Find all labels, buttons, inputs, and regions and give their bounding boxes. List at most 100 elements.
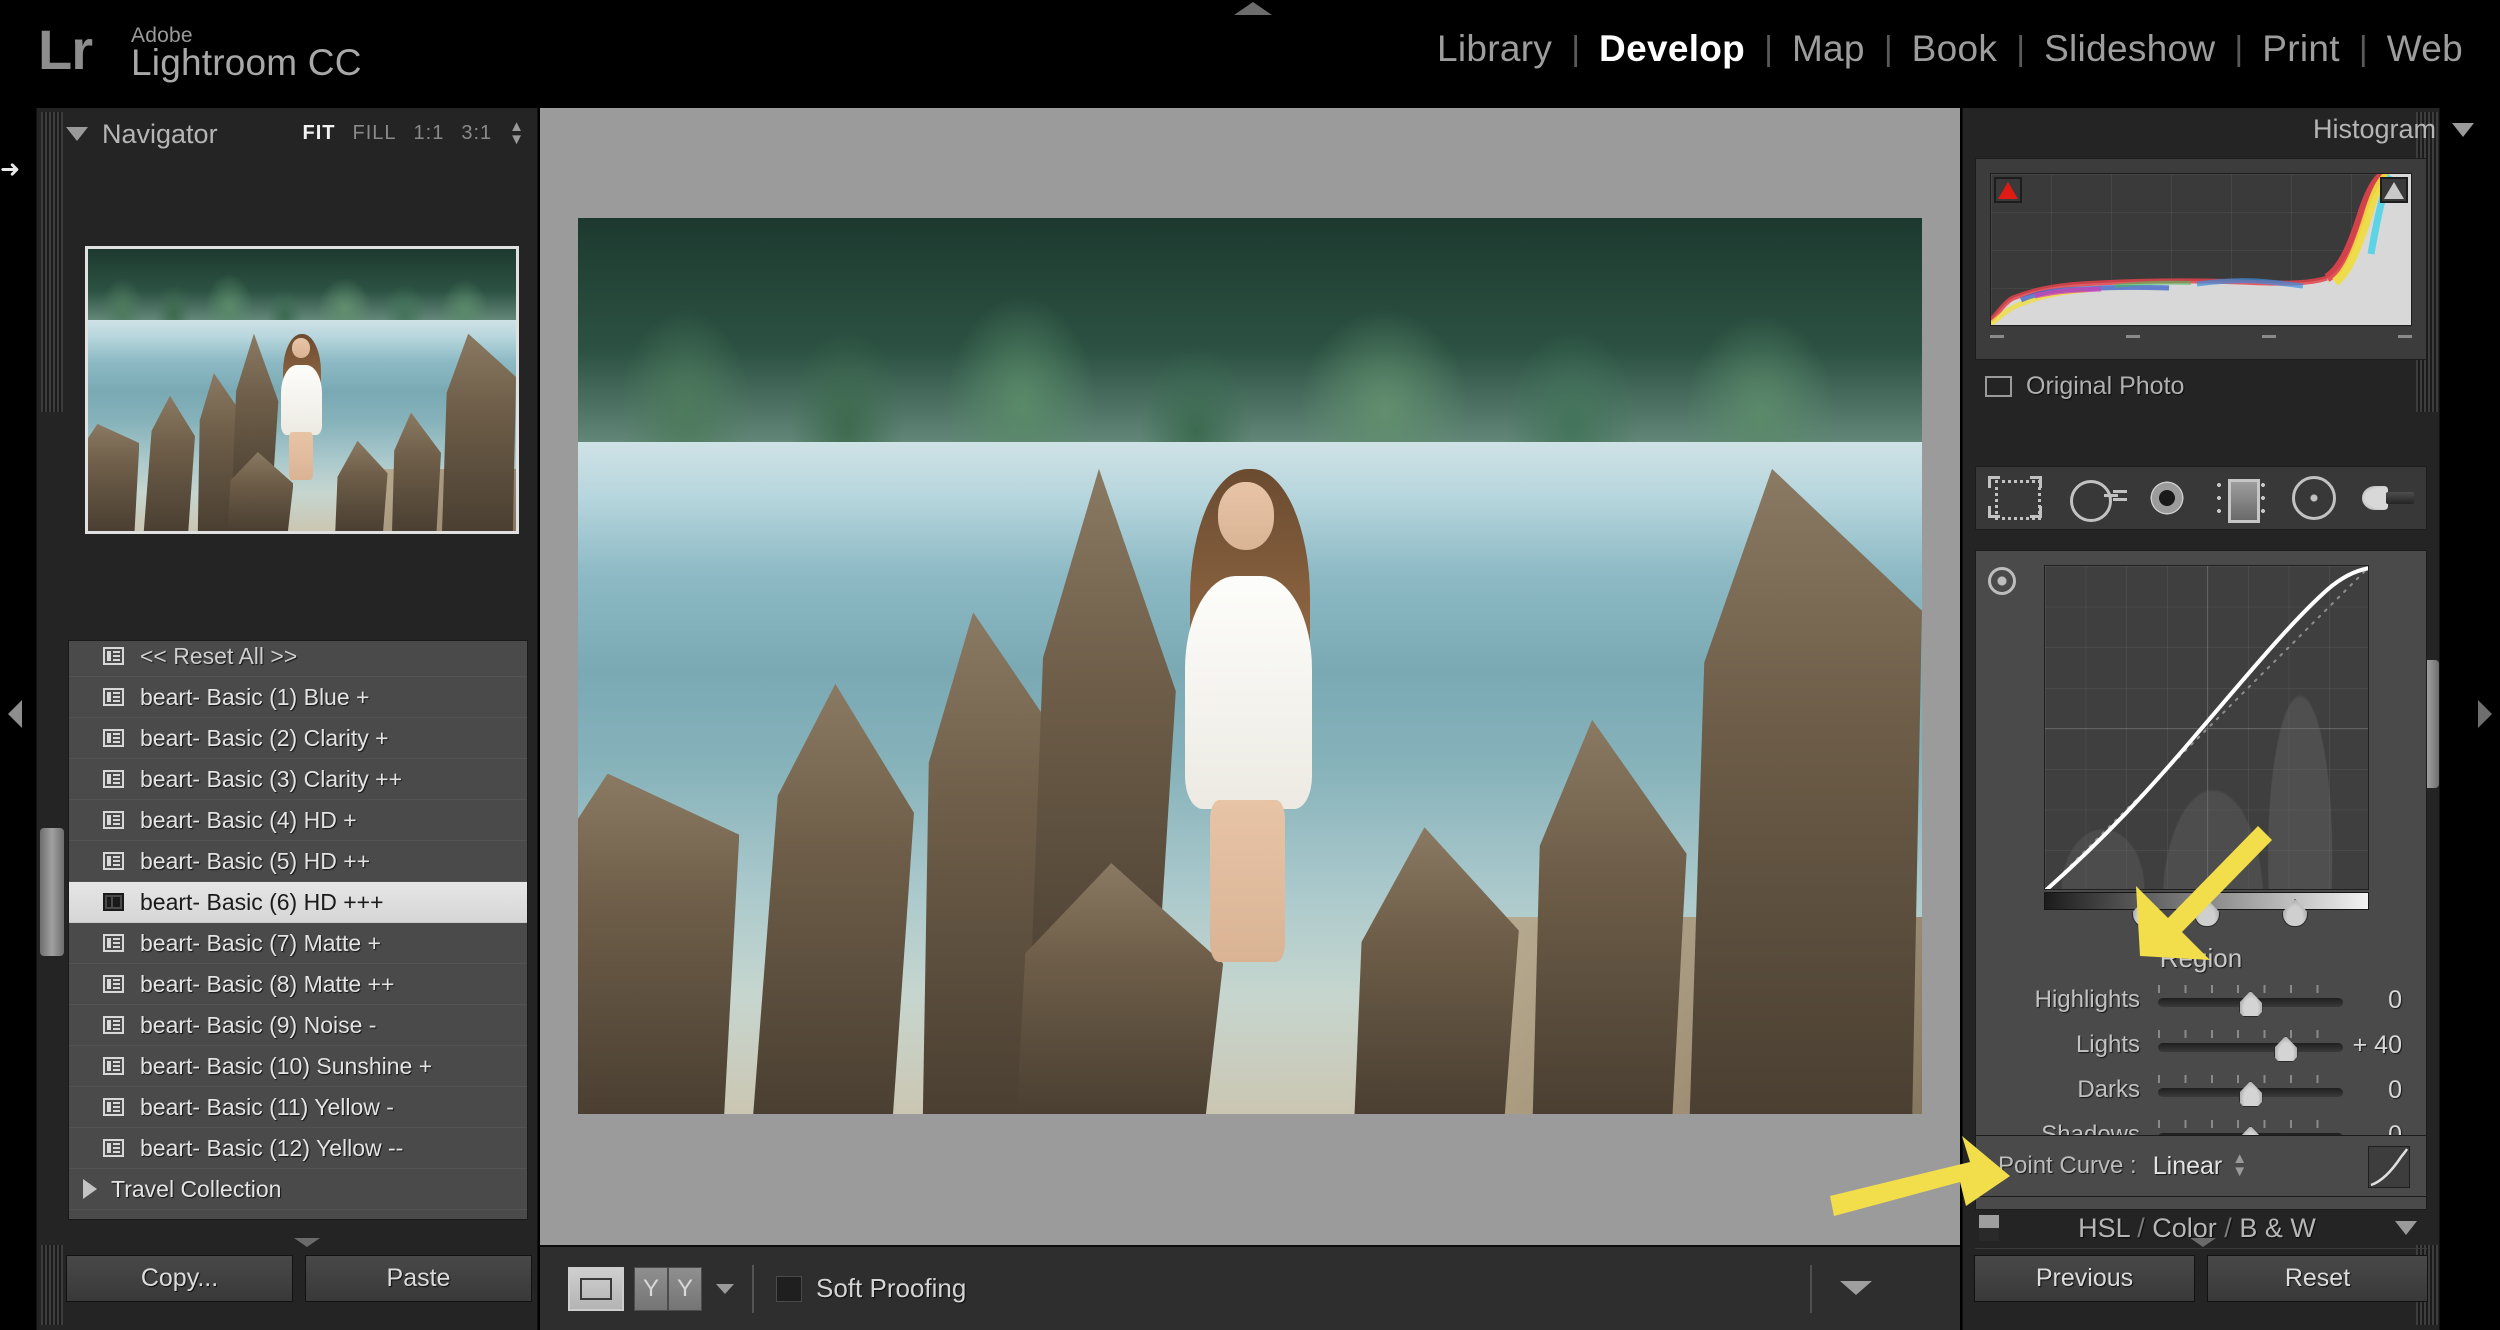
slider-knob-lights[interactable] xyxy=(2273,1036,2298,1062)
preset-row[interactable]: beart- Basic (1) Blue + xyxy=(69,677,527,718)
navigator-zoom-1-1[interactable]: 1:1 xyxy=(414,122,445,145)
presets-panel[interactable]: << Reset All >> beart- Basic (1) Blue + be… xyxy=(68,640,528,1220)
slider-value-lights[interactable]: + 40 xyxy=(2343,1031,2428,1060)
spot-removal-icon[interactable] xyxy=(2066,476,2120,522)
previous-button[interactable]: Previous xyxy=(1974,1255,2195,1302)
soft-proofing-label: Soft Proofing xyxy=(816,1273,967,1303)
hsl-tab[interactable]: HSL xyxy=(2078,1213,2130,1243)
red-eye-correction-icon[interactable] xyxy=(2144,475,2190,521)
preset-row[interactable]: beart- Basic (4) HD + xyxy=(69,800,527,841)
crop-overlay-icon[interactable] xyxy=(1988,476,2042,520)
preset-icon xyxy=(103,647,124,665)
module-slideshow[interactable]: Slideshow xyxy=(2027,28,2232,70)
slider-knob-darks[interactable] xyxy=(2238,1081,2263,1107)
toolbar-collapse-icon[interactable] xyxy=(1840,1281,1872,1295)
slider-track-highlights[interactable] xyxy=(2158,985,2343,1017)
preset-row[interactable]: beart- Basic (12) Yellow -- xyxy=(69,1128,527,1169)
preset-row[interactable]: beart- Basic (8) Matte ++ xyxy=(69,964,527,1005)
module-library[interactable]: Library xyxy=(1420,28,1569,70)
preset-icon xyxy=(103,811,124,829)
reset-button[interactable]: Reset xyxy=(2207,1255,2428,1302)
original-photo-checkbox[interactable] xyxy=(1985,376,2012,397)
navigator-disclosure-icon[interactable] xyxy=(66,127,88,141)
bw-tab[interactable]: B & W xyxy=(2239,1213,2316,1243)
preset-group-row[interactable]: graficriever travel xyxy=(69,1210,527,1220)
slider-knob-highlights[interactable] xyxy=(2238,991,2263,1017)
preset-row[interactable]: beart- Basic (6) HD +++ xyxy=(69,882,527,923)
histogram-tick xyxy=(2262,335,2276,338)
slider-track-lights[interactable] xyxy=(2158,1030,2343,1062)
targeted-adjustment-tool-icon[interactable] xyxy=(1988,567,2016,595)
slider-row-highlights[interactable]: Highlights 0 xyxy=(1976,983,2428,1017)
graduated-filter-icon[interactable] xyxy=(2214,476,2268,523)
toolbar-divider xyxy=(752,1264,754,1313)
copy-button[interactable]: Copy... xyxy=(66,1255,293,1302)
slider-value-highlights[interactable]: 0 xyxy=(2343,986,2428,1015)
tool-strip xyxy=(1975,466,2427,530)
navigator-zoom-options: FIT FILL 1:1 3:1 ▲ ▼ xyxy=(302,119,524,146)
left-panel-grip-bottom[interactable] xyxy=(41,1245,63,1325)
navigator-zoom-fill[interactable]: FILL xyxy=(352,122,396,145)
point-curve-stepper-icon[interactable]: ▲ ▼ xyxy=(2232,1151,2247,1178)
navigator-photo xyxy=(88,249,516,531)
top-panel-toggle-icon[interactable] xyxy=(1234,2,1272,15)
shadow-clipping-indicator[interactable] xyxy=(1994,177,2022,203)
histogram-plot[interactable] xyxy=(1990,173,2412,326)
edit-point-curve-button[interactable] xyxy=(2368,1146,2410,1188)
view-options-caret-icon[interactable] xyxy=(716,1283,734,1294)
right-panel-toggle-icon[interactable] xyxy=(2478,700,2492,728)
preset-row[interactable]: << Reset All >> xyxy=(69,641,527,677)
left-panel-toggle-icon[interactable] xyxy=(8,700,22,728)
left-panel-resize-handle[interactable] xyxy=(294,1238,320,1247)
navigator-zoom-fit[interactable]: FIT xyxy=(302,122,335,145)
module-map[interactable]: Map xyxy=(1775,28,1882,70)
preset-row[interactable]: beart- Basic (9) Noise - xyxy=(69,1005,527,1046)
left-panel-grip-top[interactable] xyxy=(41,112,63,412)
highlight-clipping-indicator[interactable] xyxy=(2380,177,2408,203)
histogram-disclosure-icon[interactable] xyxy=(2452,122,2474,137)
hsl-disclosure-icon[interactable] xyxy=(2395,1221,2417,1235)
histogram-header[interactable]: Histogram xyxy=(2313,114,2474,145)
preset-row[interactable]: beart- Basic (2) Clarity + xyxy=(69,718,527,759)
original-photo-row[interactable]: Original Photo xyxy=(1985,372,2184,401)
preset-row[interactable]: beart- Basic (3) Clarity ++ xyxy=(69,759,527,800)
right-panel-resize-handle[interactable] xyxy=(2190,1238,2216,1247)
module-print[interactable]: Print xyxy=(2245,28,2357,70)
presets-list: << Reset All >> beart- Basic (1) Blue + be… xyxy=(69,641,527,1220)
histogram-tick xyxy=(2126,335,2140,338)
preset-row[interactable]: beart- Basic (11) Yellow - xyxy=(69,1087,527,1128)
preset-label: beart- Basic (8) Matte ++ xyxy=(140,970,395,997)
navigator-zoom-stepper-icon[interactable]: ▲ ▼ xyxy=(509,119,524,146)
point-curve-value[interactable]: Linear xyxy=(2153,1152,2223,1181)
before-after-view-buttons[interactable]: YY xyxy=(634,1266,702,1311)
module-develop[interactable]: Develop xyxy=(1582,28,1762,70)
navigator-zoom-3-1[interactable]: 3:1 xyxy=(461,122,492,145)
preset-row[interactable]: beart- Basic (10) Sunshine + xyxy=(69,1046,527,1087)
tone-curve-plot xyxy=(2045,566,2368,889)
slider-row-lights[interactable]: Lights + 40 xyxy=(1976,1028,2428,1062)
tone-curve-graph[interactable] xyxy=(2044,565,2369,890)
paste-button[interactable]: Paste xyxy=(305,1255,532,1302)
preset-row[interactable]: beart- Basic (5) HD ++ xyxy=(69,841,527,882)
left-panel-scrollbar[interactable] xyxy=(40,828,64,956)
hsl-separator: / xyxy=(2224,1212,2232,1243)
loupe-view-button[interactable] xyxy=(568,1266,624,1311)
module-book[interactable]: Book xyxy=(1895,28,2015,70)
radial-filter-icon[interactable] xyxy=(2292,476,2336,520)
module-web[interactable]: Web xyxy=(2370,28,2480,70)
slider-track-darks[interactable] xyxy=(2158,1075,2343,1107)
before-after-view-button-2[interactable]: Y xyxy=(668,1266,702,1311)
main-photo-preview[interactable] xyxy=(578,218,1922,1114)
navigator-preview-thumbnail[interactable] xyxy=(85,246,519,534)
slider-row-darks[interactable]: Darks 0 xyxy=(1976,1073,2428,1107)
main-photo xyxy=(578,218,1922,1114)
hsl-panel-swatch-icon xyxy=(1979,1215,1999,1241)
soft-proofing-checkbox[interactable] xyxy=(776,1275,802,1302)
preset-row[interactable]: beart- Basic (7) Matte + xyxy=(69,923,527,964)
slider-value-darks[interactable]: 0 xyxy=(2343,1076,2428,1105)
before-after-view-button-1[interactable]: Y xyxy=(634,1266,668,1311)
navigator-header[interactable]: Navigator FIT FILL 1:1 3:1 ▲ ▼ xyxy=(66,114,528,154)
preset-group-row[interactable]: Travel Collection xyxy=(69,1169,527,1210)
module-separator: | xyxy=(2358,29,2368,68)
adjustment-brush-icon[interactable] xyxy=(2360,476,2414,520)
